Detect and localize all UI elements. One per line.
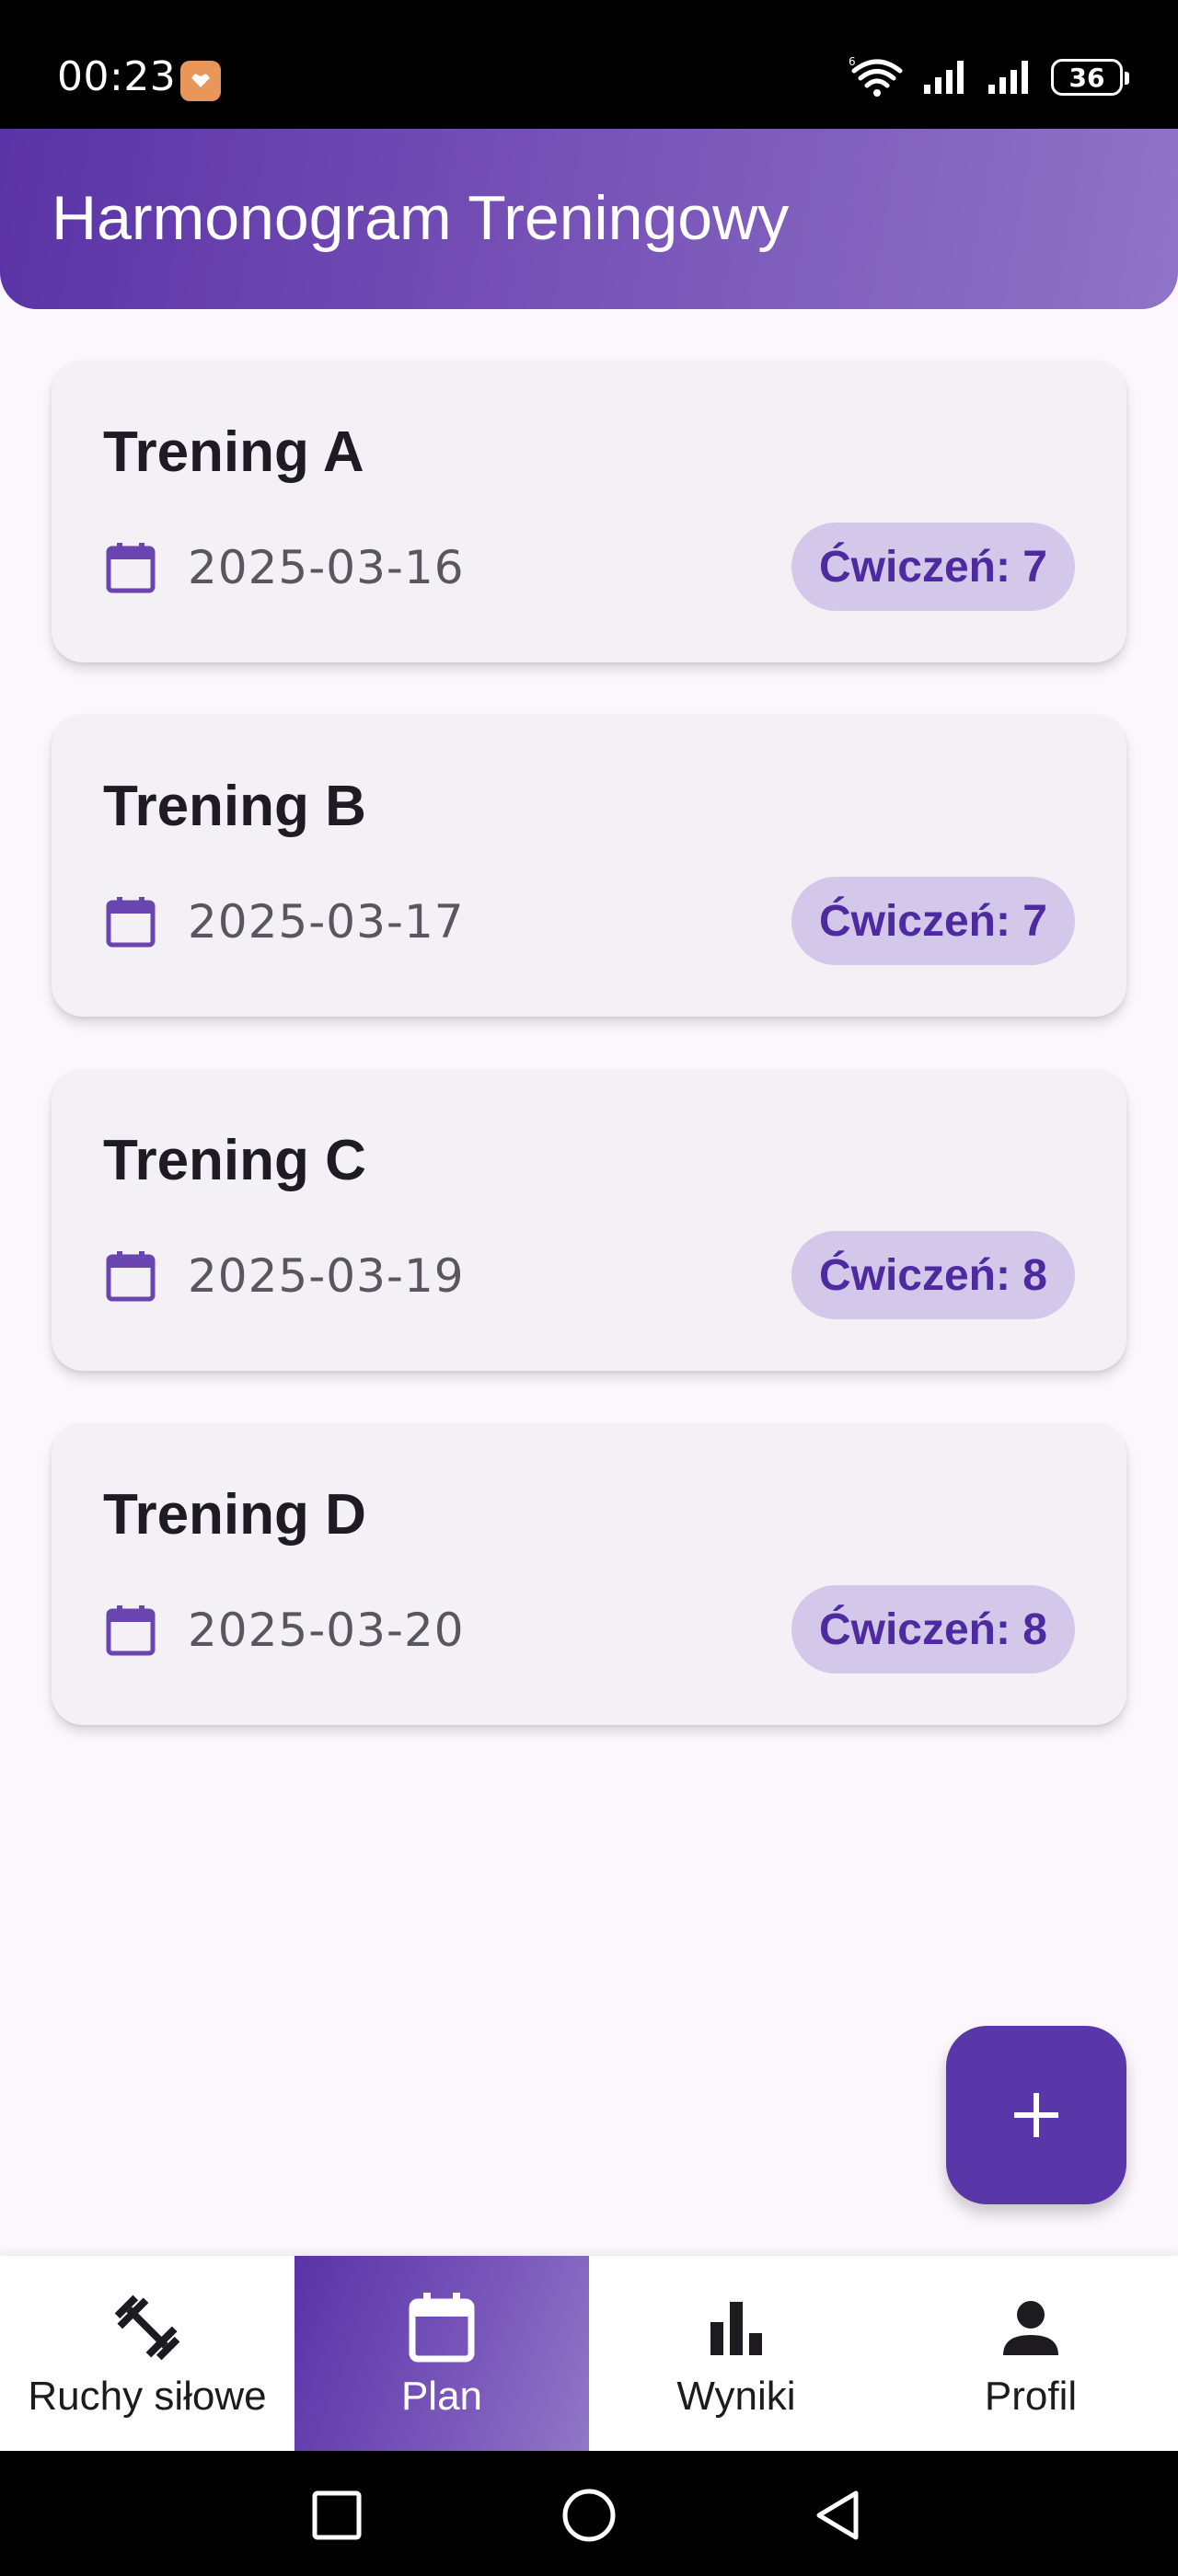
wifi-6-icon: 6: [849, 56, 903, 97]
calendar-icon: [409, 2293, 475, 2363]
nav-item-profil[interactable]: Profil: [884, 2256, 1178, 2451]
workout-title: Trening A: [103, 420, 364, 484]
bottom-navigation: Ruchy siłowe Plan Wyniki Profil: [0, 2256, 1178, 2451]
svg-text:6: 6: [849, 56, 856, 68]
signal-icon: [988, 61, 1028, 94]
system-navigation-bar: [0, 2451, 1178, 2576]
nav-item-wyniki[interactable]: Wyniki: [589, 2256, 884, 2451]
workout-date: 2025-03-20: [188, 1604, 465, 1657]
exercise-count-badge: Ćwiczeń: 8: [791, 1231, 1075, 1319]
page-title: Harmonogram Treningowy: [52, 183, 790, 253]
nav-item-ruchy-silowe[interactable]: Ruchy siłowe: [0, 2256, 294, 2451]
home-icon[interactable]: [560, 2488, 618, 2543]
status-bar: 00:23 6 36: [0, 0, 1178, 129]
nav-item-plan[interactable]: Plan: [294, 2256, 589, 2451]
exercise-count-badge: Ćwiczeń: 8: [791, 1585, 1075, 1673]
app-header: Harmonogram Treningowy: [0, 129, 1178, 309]
workout-title: Trening C: [103, 1129, 366, 1192]
calendar-icon: [106, 1251, 156, 1302]
workout-list: Trening A 2025-03-16 Ćwiczeń: 7 Trening …: [52, 361, 1126, 1777]
signal-icon: [924, 61, 964, 94]
calendar-icon: [106, 543, 156, 593]
status-icons: 6 36: [849, 53, 1129, 101]
battery-level: 36: [1068, 62, 1105, 93]
back-icon[interactable]: [810, 2488, 865, 2543]
plus-icon: [1014, 2093, 1058, 2137]
workout-card[interactable]: Trening A 2025-03-16 Ćwiczeń: 7: [52, 361, 1126, 662]
workout-card[interactable]: Trening C 2025-03-19 Ćwiczeń: 8: [52, 1069, 1126, 1371]
workout-title: Trening D: [103, 1483, 366, 1547]
status-time: 00:23: [57, 53, 177, 100]
workout-date: 2025-03-16: [188, 541, 465, 594]
add-workout-button[interactable]: [946, 2026, 1126, 2204]
exercise-count-badge: Ćwiczeń: 7: [791, 877, 1075, 965]
bar-chart-icon: [710, 2302, 762, 2355]
battery-indicator: 36: [1051, 59, 1129, 96]
nav-label: Ruchy siłowe: [28, 2374, 267, 2419]
workout-date: 2025-03-17: [188, 895, 465, 949]
exercise-count-badge: Ćwiczeń: 7: [791, 523, 1075, 611]
workout-title: Trening B: [103, 775, 366, 838]
recents-icon[interactable]: [309, 2488, 364, 2543]
nav-label: Profil: [984, 2374, 1078, 2419]
calendar-icon: [106, 897, 156, 948]
nav-label: Wyniki: [676, 2374, 796, 2419]
person-icon: [1003, 2301, 1058, 2355]
calendar-icon: [106, 1605, 156, 1656]
workout-card[interactable]: Trening D 2025-03-20 Ćwiczeń: 8: [52, 1423, 1126, 1725]
nav-label: Plan: [400, 2374, 483, 2419]
workout-card[interactable]: Trening B 2025-03-17 Ćwiczeń: 7: [52, 715, 1126, 1017]
heart-app-icon: [180, 61, 221, 101]
dumbbell-icon: [114, 2294, 180, 2361]
workout-date: 2025-03-19: [188, 1249, 465, 1303]
